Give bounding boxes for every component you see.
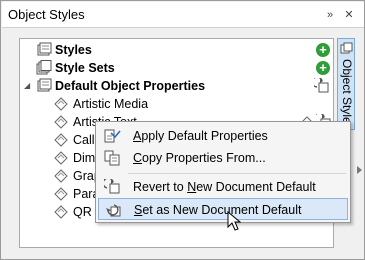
object-styles-docker: Object Styles » ✕ Styles + Style Sets + [0,0,365,260]
add-icon[interactable]: + [316,61,330,75]
tree-row-artistic-media[interactable]: Artistic Media [20,95,333,113]
sub-style-icon [54,133,68,147]
expand-triangle-icon[interactable]: ◢ [24,81,33,90]
menu-label: Set as New Document Default [134,203,302,217]
tree-label-default-object-properties: Default Object Properties [55,79,206,93]
context-menu: Apply Default Properties Copy Properties… [95,121,351,223]
menu-label: Copy Properties From... [133,151,266,165]
tree-row-styles[interactable]: Styles + [20,41,333,59]
sub-style-icon [54,187,68,201]
docker-title: Object Styles [8,7,85,22]
sub-style-icon [54,205,68,219]
style-icon [340,42,353,54]
menu-label: Revert to New Document Default [133,180,316,194]
sub-style-icon [54,169,68,183]
menu-label: Apply Default Properties [133,129,268,143]
tree-label-artistic-media: Artistic Media [73,97,149,111]
tree-label-style-sets: Style Sets [55,61,115,75]
sub-style-icon [54,97,68,111]
docker-title-bar[interactable]: Object Styles » ✕ [2,2,364,28]
sub-style-icon [54,115,68,129]
tree-label-styles: Styles [55,43,92,57]
menu-item-apply-default-properties[interactable]: Apply Default Properties [98,125,348,147]
double-chevron-right-icon[interactable]: » [324,9,336,21]
scroll-arrow-icon[interactable] [356,38,364,248]
menu-separator [128,173,346,174]
copy-properties-icon [104,150,120,166]
mouse-cursor-icon [227,211,241,231]
docker-tab-label: Object Styles [340,59,354,130]
docker-tab-object-styles[interactable]: Object Styles [337,38,355,130]
close-icon[interactable]: ✕ [343,9,355,21]
revert-icon[interactable] [314,78,330,94]
set-default-icon [106,204,121,217]
default-properties-icon [37,78,52,92]
style-set-icon [36,60,52,75]
add-icon[interactable]: + [316,43,330,57]
style-icon [37,42,52,56]
menu-item-set-as-new-document-default[interactable]: Set as New Document Default [98,198,348,220]
apply-properties-icon [104,129,121,143]
sub-style-icon [54,151,68,165]
tree-row-style-sets[interactable]: Style Sets + [20,59,333,77]
tree-label-callout: Call [73,133,95,147]
tree-row-default-object-properties[interactable]: ◢ Default Object Properties [20,77,333,95]
revert-icon [104,179,120,194]
tree-label-dimension: Dim [73,151,96,165]
menu-item-revert-to-new-document-default[interactable]: Revert to New Document Default [98,176,348,198]
menu-item-copy-properties-from[interactable]: Copy Properties From... [98,147,348,169]
